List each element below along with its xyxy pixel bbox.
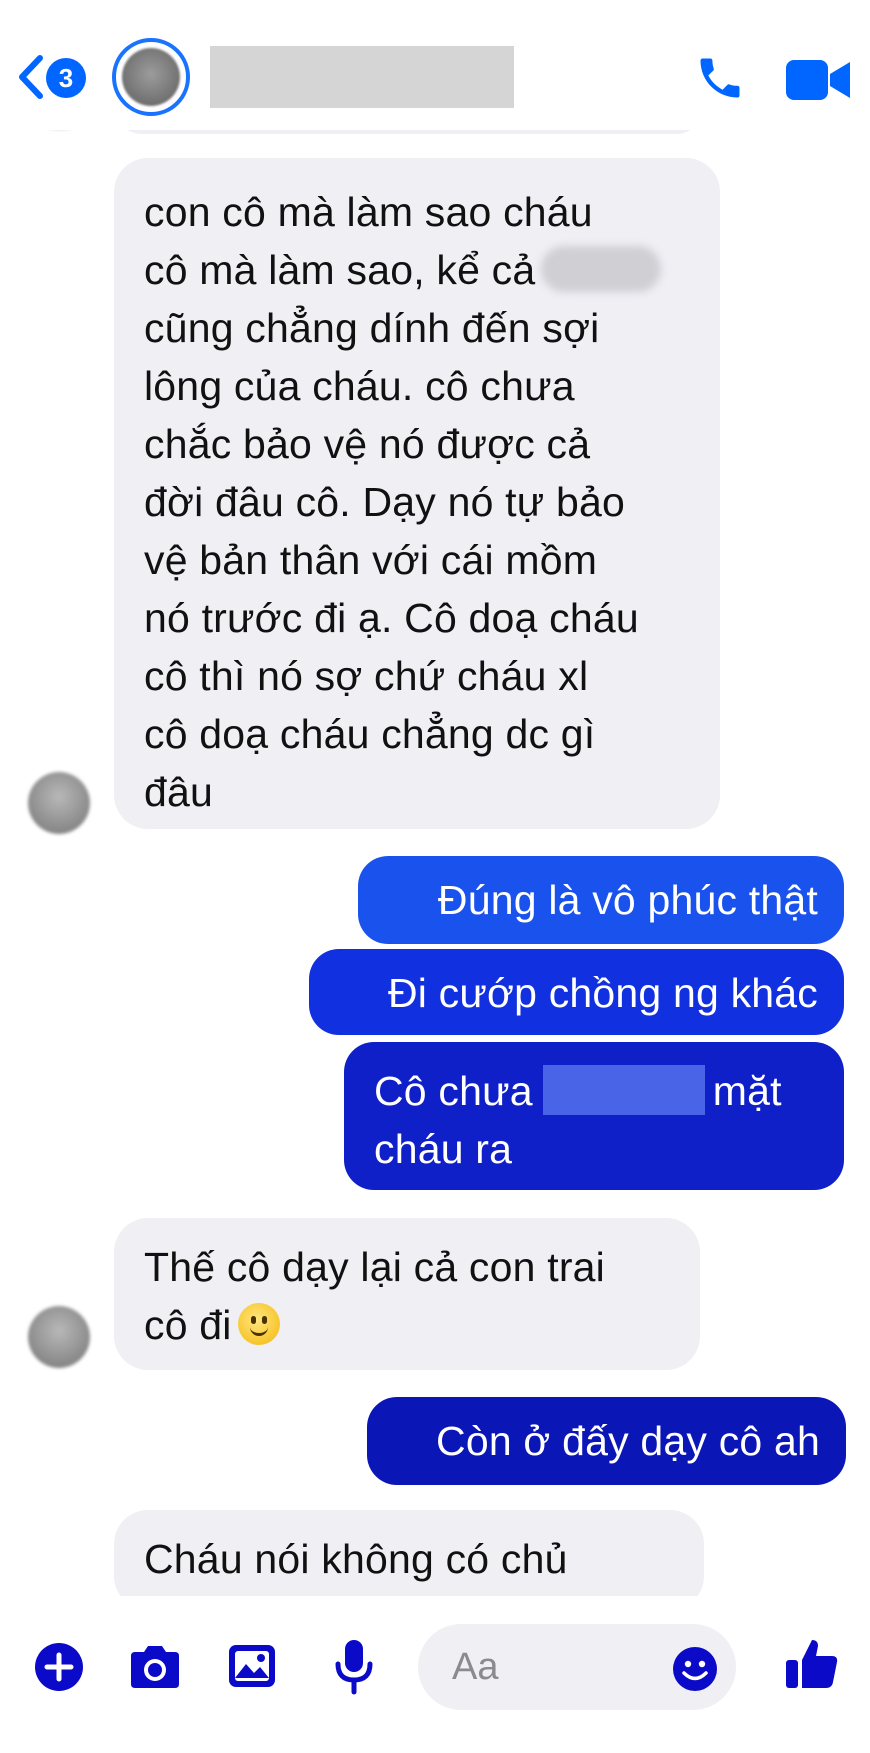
redacted-text (541, 246, 662, 292)
slightly-smiling-face-icon (237, 1303, 280, 1345)
emoji-icon[interactable] (672, 1646, 718, 1692)
message-line: đâu (144, 769, 214, 815)
message-line: cô doạ cháu chẳng dc gì (144, 711, 596, 757)
message-bubble-outgoing[interactable]: Đúng là vô phúc thật (358, 856, 844, 944)
contact-avatar[interactable] (112, 38, 190, 116)
message-input-placeholder: Aa (452, 1646, 499, 1688)
message-line: cô mà làm sao, kể cả (144, 241, 690, 299)
avatar-photo (122, 48, 180, 106)
message-line: cô đi (144, 1296, 670, 1354)
thumbs-up-icon[interactable] (784, 1636, 840, 1692)
chevron-left-icon (19, 55, 43, 99)
message-line: Thế cô dạy lại cả con trai (144, 1244, 605, 1290)
unread-count-badge: 3 (46, 58, 86, 98)
message-composer: Aa (0, 1596, 870, 1753)
message-line: nó trước đi ạ. Cô doạ cháu (144, 595, 639, 641)
message-text: Đúng là vô phúc thật (437, 877, 818, 923)
message-line: con cô mà làm sao cháu (144, 189, 593, 235)
contact-name-redacted[interactable] (210, 46, 514, 108)
message-input[interactable]: Aa (418, 1624, 736, 1710)
message-bubble-outgoing[interactable]: Còn ở đấy dạy cô ah (367, 1397, 846, 1485)
sender-avatar[interactable] (28, 1306, 90, 1368)
microphone-icon[interactable] (334, 1638, 374, 1696)
message-text: Còn ở đấy dạy cô ah (436, 1418, 820, 1464)
message-line: lông của cháu. cô chưa (144, 363, 575, 409)
video-camera-icon[interactable] (786, 58, 850, 102)
message-line: cũng chẳng dính đến sợi (144, 305, 600, 351)
message-bubble-incoming[interactable]: con cô mà làm sao cháu cô mà làm sao, kể… (114, 158, 720, 829)
camera-icon[interactable] (127, 1642, 183, 1692)
message-text: Đi cướp chồng ng khác (387, 970, 818, 1016)
sender-avatar[interactable] (28, 772, 90, 834)
message-line: chắc bảo vệ nó được cả (144, 421, 591, 467)
message-text: Cháu nói không có chủ (144, 1536, 568, 1582)
message-bubble-incoming[interactable]: Thế cô dạy lại cả con trai cô đi (114, 1218, 700, 1370)
redacted-text (542, 1065, 705, 1115)
message-bubble-incoming[interactable]: Cháu nói không có chủ (114, 1510, 704, 1610)
message-bubble-outgoing[interactable]: Cô chưa mặt cháu ra (344, 1042, 844, 1190)
plus-icon[interactable] (34, 1642, 84, 1692)
chat-header: 3 (0, 0, 870, 130)
message-line: Cô chưa mặt (374, 1062, 818, 1120)
photo-icon[interactable] (226, 1640, 278, 1692)
back-button[interactable]: 3 (16, 50, 86, 106)
message-line: vệ bản thân với cái mồm (144, 537, 598, 583)
message-line: đời đâu cô. Dạy nó tự bảo (144, 479, 626, 525)
message-bubble-outgoing[interactable]: Đi cướp chồng ng khác (309, 949, 844, 1035)
message-line: cháu ra (374, 1126, 513, 1172)
message-line: cô thì nó sợ chứ cháu xl (144, 653, 589, 699)
phone-icon[interactable] (694, 52, 746, 104)
